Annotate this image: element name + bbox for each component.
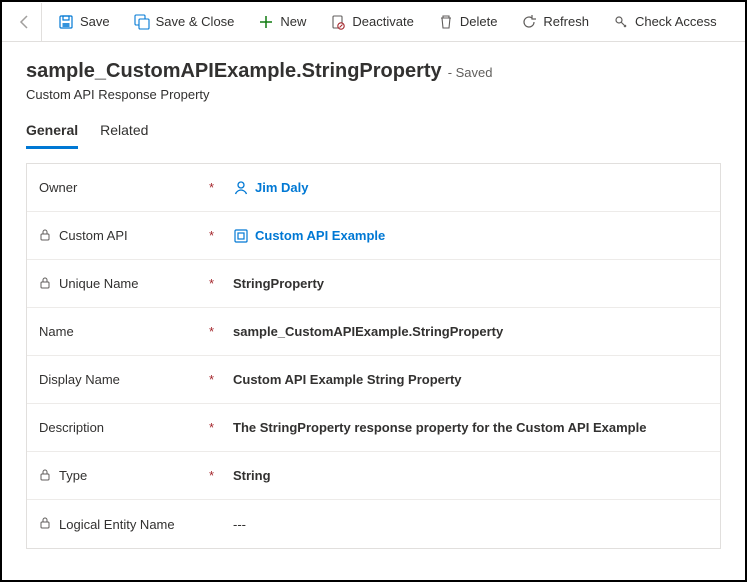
required-marker: *	[209, 420, 223, 435]
entity-type-label: Custom API Response Property	[26, 87, 721, 102]
refresh-label: Refresh	[543, 14, 589, 29]
check-access-button[interactable]: Check Access	[601, 3, 729, 41]
required-marker: *	[209, 228, 223, 243]
lock-icon	[39, 229, 53, 243]
check-access-label: Check Access	[635, 14, 717, 29]
deactivate-label: Deactivate	[352, 14, 413, 29]
owner-label: Owner	[39, 180, 77, 195]
description-value: The StringProperty response property for…	[233, 420, 646, 435]
record-status: - Saved	[448, 65, 493, 80]
person-icon	[233, 180, 249, 196]
save-close-label: Save & Close	[156, 14, 235, 29]
field-name[interactable]: Name * sample_CustomAPIExample.StringPro…	[27, 308, 720, 356]
delete-button[interactable]: Delete	[426, 3, 510, 41]
record-header: sample_CustomAPIExample.StringProperty -…	[2, 42, 745, 108]
tab-list: General Related	[2, 108, 745, 149]
field-type[interactable]: Type * String	[27, 452, 720, 500]
owner-value[interactable]: Jim Daly	[255, 180, 308, 195]
unique-name-label: Unique Name	[59, 276, 139, 291]
custom-api-label: Custom API	[59, 228, 128, 243]
save-close-button[interactable]: Save & Close	[122, 3, 247, 41]
logical-entity-name-value: ---	[233, 517, 246, 532]
command-bar: Save Save & Close New Deactivate Delete …	[2, 2, 745, 42]
tab-general[interactable]: General	[26, 122, 78, 149]
plus-icon	[258, 14, 274, 30]
name-label: Name	[39, 324, 74, 339]
required-marker: *	[209, 324, 223, 339]
form-panel: Owner * Jim Daly Custom API * Custom API…	[26, 163, 721, 549]
required-marker: *	[209, 372, 223, 387]
key-icon	[613, 14, 629, 30]
deactivate-button[interactable]: Deactivate	[318, 3, 425, 41]
required-marker: *	[209, 468, 223, 483]
field-description[interactable]: Description * The StringProperty respons…	[27, 404, 720, 452]
record-title: sample_CustomAPIExample.StringProperty	[26, 60, 442, 83]
unique-name-value: StringProperty	[233, 276, 324, 291]
tab-related[interactable]: Related	[100, 122, 148, 149]
type-label: Type	[59, 468, 87, 483]
field-custom-api[interactable]: Custom API * Custom API Example	[27, 212, 720, 260]
field-unique-name[interactable]: Unique Name * StringProperty	[27, 260, 720, 308]
refresh-icon	[521, 14, 537, 30]
field-logical-entity-name[interactable]: Logical Entity Name ---	[27, 500, 720, 548]
save-close-icon	[134, 14, 150, 30]
logical-entity-name-label: Logical Entity Name	[59, 517, 175, 532]
new-label: New	[280, 14, 306, 29]
lock-icon	[39, 469, 53, 483]
deactivate-icon	[330, 14, 346, 30]
lock-icon	[39, 517, 53, 531]
save-button[interactable]: Save	[46, 3, 122, 41]
back-button[interactable]	[8, 3, 42, 41]
display-name-value: Custom API Example String Property	[233, 372, 462, 387]
field-display-name[interactable]: Display Name * Custom API Example String…	[27, 356, 720, 404]
display-name-label: Display Name	[39, 372, 120, 387]
field-owner[interactable]: Owner * Jim Daly	[27, 164, 720, 212]
delete-label: Delete	[460, 14, 498, 29]
new-button[interactable]: New	[246, 3, 318, 41]
required-marker: *	[209, 276, 223, 291]
lock-icon	[39, 277, 53, 291]
custom-api-value[interactable]: Custom API Example	[255, 228, 385, 243]
refresh-button[interactable]: Refresh	[509, 3, 601, 41]
required-marker: *	[209, 180, 223, 195]
back-arrow-icon	[17, 14, 33, 30]
save-icon	[58, 14, 74, 30]
description-label: Description	[39, 420, 104, 435]
custom-api-icon	[233, 228, 249, 244]
type-value: String	[233, 468, 271, 483]
trash-icon	[438, 14, 454, 30]
save-label: Save	[80, 14, 110, 29]
name-value: sample_CustomAPIExample.StringProperty	[233, 324, 503, 339]
